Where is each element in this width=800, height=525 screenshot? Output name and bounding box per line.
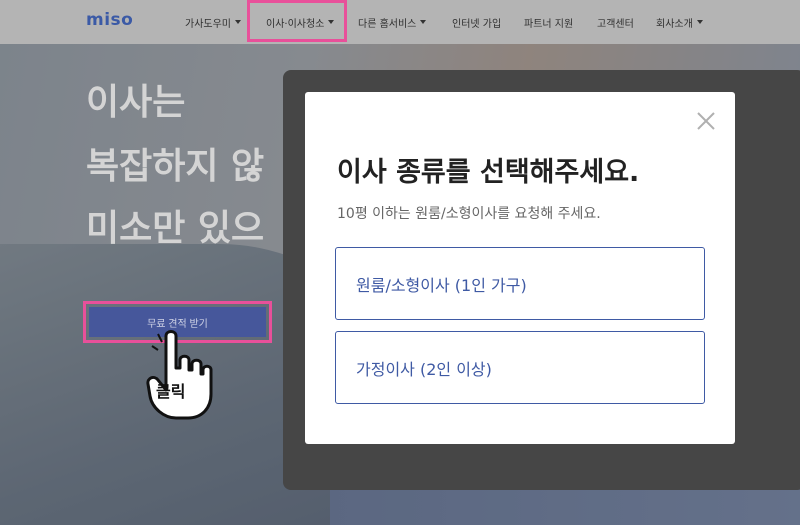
nav-item-label: 다른 홈서비스	[358, 18, 417, 30]
nav-item-support[interactable]: 고객센터	[597, 0, 634, 44]
nav-item-label: 파트너 지원	[524, 18, 574, 30]
nav-item-other-services[interactable]: 다른 홈서비스	[358, 0, 427, 44]
option-small-move-button[interactable]: 원룸/소형이사 (1인 가구)	[335, 247, 705, 320]
nav-item-label: 인터넷 가입	[452, 18, 502, 30]
click-label: 클릭	[156, 382, 186, 401]
hero-title-line3: 미소만 있으	[86, 208, 265, 249]
hero-title-line2: 복잡하지 않	[86, 146, 265, 187]
modal-subtitle: 10평 이하는 원룸/소형이사를 요청해 주세요.	[337, 206, 601, 222]
moving-type-modal: 이사 종류를 선택해주세요. 10평 이하는 원룸/소형이사를 요청해 주세요.…	[305, 92, 735, 444]
nav-item-label: 회사소개	[656, 18, 693, 30]
nav-highlight-box	[247, 0, 347, 42]
miso-logo[interactable]: miso	[86, 10, 133, 30]
nav-item-housekeeper[interactable]: 가사도우미	[185, 0, 241, 44]
chevron-down-icon	[696, 20, 703, 24]
option-label: 원룸/소형이사 (1인 가구)	[356, 275, 527, 295]
modal-title: 이사 종류를 선택해주세요.	[337, 157, 640, 188]
chevron-down-icon	[420, 20, 427, 24]
nav-item-partner[interactable]: 파트너 지원	[524, 0, 573, 44]
top-nav: miso 가사도우미 이사·이사청소 다른 홈서비스 인터넷 가입 파트너 지원…	[0, 0, 800, 44]
chevron-down-icon	[235, 20, 241, 24]
option-label: 가정이사 (2인 이상)	[356, 359, 492, 379]
nav-item-internet[interactable]: 인터넷 가입	[452, 0, 501, 44]
nav-item-about[interactable]: 회사소개	[656, 0, 703, 44]
option-home-move-button[interactable]: 가정이사 (2인 이상)	[335, 331, 705, 404]
hand-pointer-icon	[146, 328, 213, 420]
nav-item-label: 가사도우미	[185, 18, 231, 30]
close-icon[interactable]	[695, 110, 717, 132]
nav-item-label: 고객센터	[597, 18, 634, 30]
